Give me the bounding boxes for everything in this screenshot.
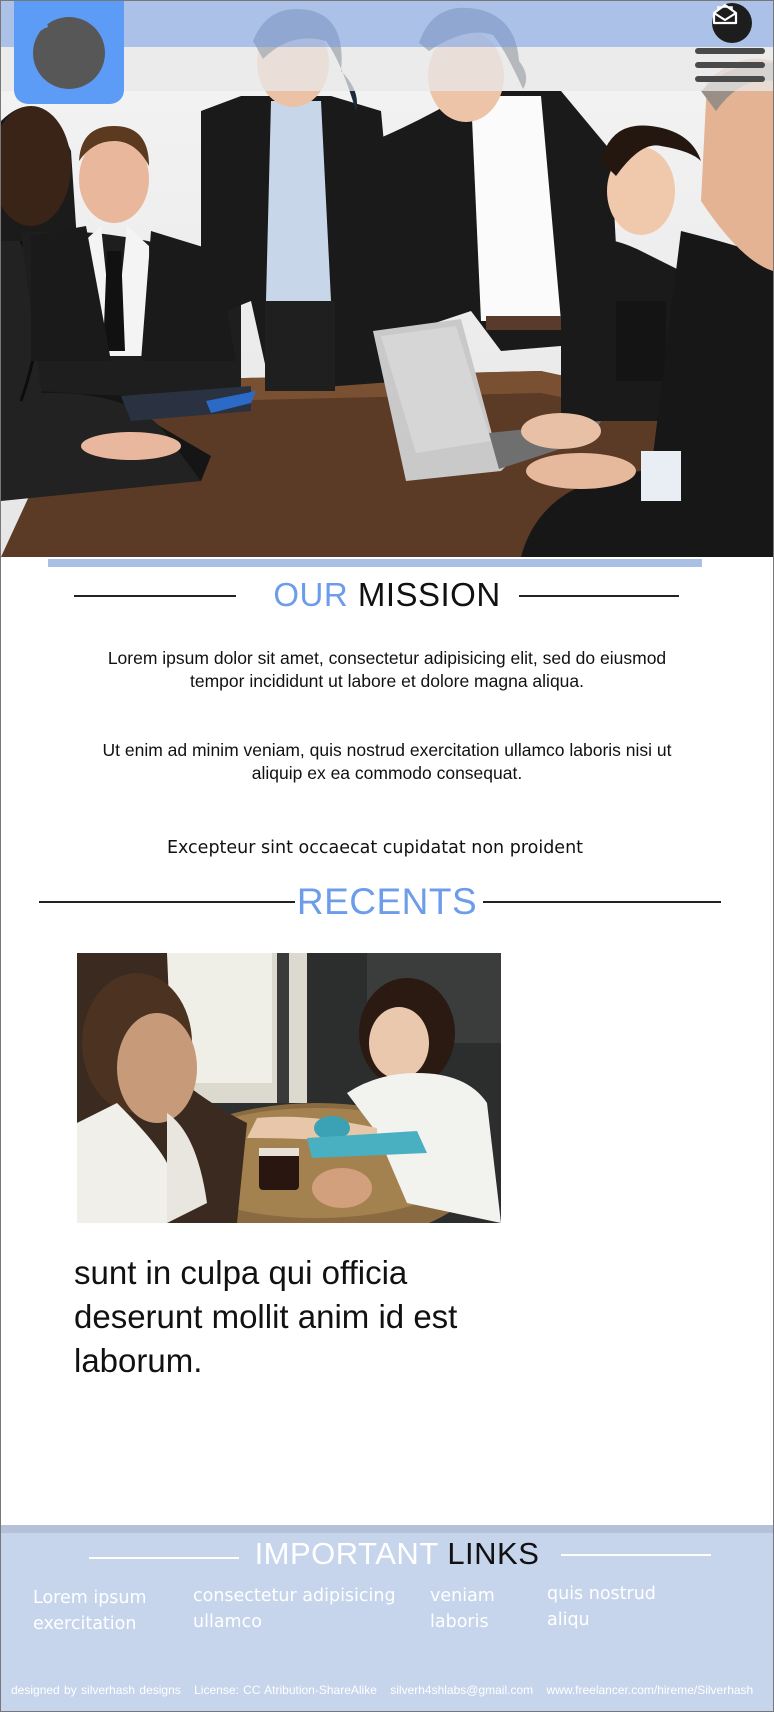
hamburger-menu-icon[interactable] [695,48,765,88]
mission-heading-accent: OUR [273,576,349,613]
footer-link-1-line2: exercitation [33,1614,137,1634]
hero-image [1,1,773,557]
credit-url[interactable]: www.freelancer.com/hireme/Silverhash [546,1683,753,1697]
footer-link-3-line1: veniam [430,1586,495,1606]
footer: IMPORTANT LINKS Lorem ipsum exercitation… [1,1525,773,1711]
page: OUR MISSION Lorem ipsum dolor sit amet, … [0,0,774,1712]
menu-line [695,62,765,68]
recent-post-image[interactable] [77,953,501,1223]
people-group-icon [18,4,105,89]
mission-heading: OUR MISSION [1,575,773,615]
site-logo[interactable] [14,1,124,104]
links-heading-rest: LINKS [438,1536,540,1571]
footer-link-2[interactable]: consectetur adipisicing ullamco [193,1583,396,1635]
footer-link-4-line2: aliqu [547,1610,590,1630]
footer-link-3-line2: laboris [430,1612,489,1632]
footer-top-shade [1,1525,773,1533]
footer-link-4[interactable]: quis nostrud aliqu [547,1581,656,1633]
mission-heading-rest: MISSION [348,576,501,613]
footer-link-2-line1: consectetur adipisicing [193,1586,396,1606]
mission-paragraph-3: Excepteur sint occaecat cupidatat non pr… [166,838,584,858]
credit-email[interactable]: silverh4shlabs@gmail.com [390,1683,533,1697]
cafe-photo-illustration [77,953,501,1223]
footer-link-1-line1: Lorem ipsum [33,1588,147,1608]
mission-accent-bar [48,559,702,567]
mission-paragraph-1: Lorem ipsum dolor sit amet, consectetur … [107,648,667,691]
footer-credits: designed by silverhash designs License: … [11,1682,773,1698]
links-heading: IMPORTANT LINKS [1,1535,773,1573]
recent-post-text[interactable]: sunt in culpa qui officia deserunt molli… [74,1251,494,1383]
credit-designer: designed by silverhash designs [11,1683,181,1697]
credit-license[interactable]: License: CC Atribution-ShareAlike [194,1683,377,1697]
recents-heading: RECENTS [296,881,478,922]
footer-link-3[interactable]: veniam laboris [430,1583,495,1635]
links-heading-accent: IMPORTANT [254,1536,439,1571]
envelope-open-icon[interactable] [712,3,752,43]
footer-link-2-line2: ullamco [193,1612,262,1632]
footer-link-4-line1: quis nostrud [547,1584,656,1604]
menu-line [695,48,765,54]
menu-line [695,76,765,82]
mission-paragraph-2: Ut enim ad minim veniam, quis nostrud ex… [102,740,672,783]
footer-link-1[interactable]: Lorem ipsum exercitation [33,1585,147,1637]
